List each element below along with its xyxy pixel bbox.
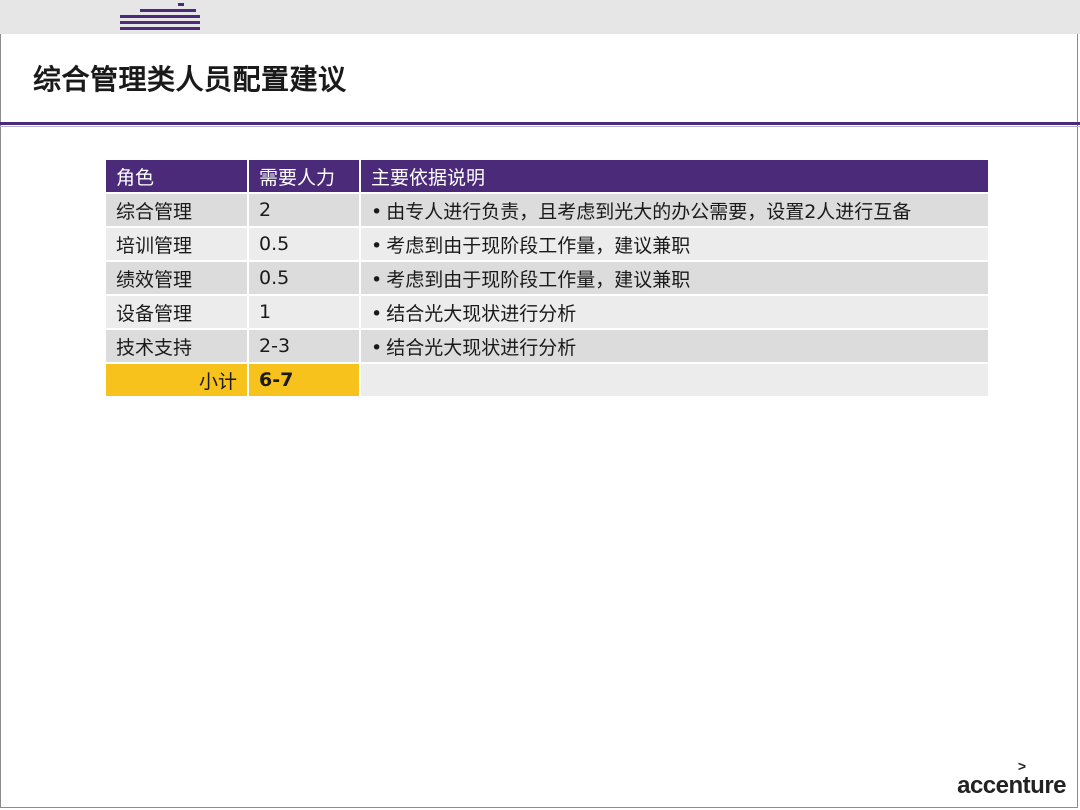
bullet-icon: • (371, 302, 383, 325)
cell-role: 绩效管理 (104, 260, 249, 296)
table-row: 设备管理 1 • 结合光大现状进行分析 (104, 294, 990, 330)
staffing-table: 角色 需要人力 主要依据说明 综合管理 2 • 由专人进行负责，且考虑到光大的办公… (104, 158, 990, 398)
table-row: 绩效管理 0.5 • 考虑到由于现阶段工作量，建议兼职 (104, 260, 990, 296)
title-divider-shadow (0, 126, 1080, 127)
cell-need: 0.5 (247, 226, 361, 262)
header-need: 需要人力 (247, 158, 361, 194)
bullet-icon: • (371, 268, 383, 291)
cell-basis: • 考虑到由于现阶段工作量，建议兼职 (359, 226, 990, 262)
page-title: 综合管理类人员配置建议 (33, 63, 347, 96)
cell-basis: • 结合光大现状进行分析 (359, 294, 990, 330)
cell-role: 综合管理 (104, 192, 249, 228)
table-row: 技术支持 2-3 • 结合光大现状进行分析 (104, 328, 990, 364)
cell-basis: • 考虑到由于现阶段工作量，建议兼职 (359, 260, 990, 296)
bullet-icon: • (371, 336, 383, 359)
cell-need: 2 (247, 192, 361, 228)
total-empty-cell (359, 362, 990, 398)
bullet-icon: • (371, 200, 383, 223)
bullet-icon: • (371, 234, 383, 257)
total-label: 小计 (104, 362, 249, 398)
cell-role: 技术支持 (104, 328, 249, 364)
brand-logo: accenture (957, 772, 1066, 799)
stripes-logo-icon (120, 3, 200, 30)
cell-need: 2-3 (247, 328, 361, 364)
cell-basis-text: 考虑到由于现阶段工作量，建议兼职 (386, 268, 691, 291)
cell-role: 设备管理 (104, 294, 249, 330)
cell-basis-text: 结合光大现状进行分析 (386, 336, 577, 359)
cell-basis-text: 由专人进行负责，且考虑到光大的办公需要，设置2人进行互备 (386, 200, 912, 223)
cell-need: 1 (247, 294, 361, 330)
cell-basis: • 由专人进行负责，且考虑到光大的办公需要，设置2人进行互备 (359, 192, 990, 228)
cell-basis-text: 考虑到由于现阶段工作量，建议兼职 (386, 234, 691, 257)
header-role: 角色 (104, 158, 249, 194)
cell-role: 培训管理 (104, 226, 249, 262)
total-value: 6-7 (247, 362, 361, 398)
cell-basis: • 结合光大现状进行分析 (359, 328, 990, 364)
table-row: 培训管理 0.5 • 考虑到由于现阶段工作量，建议兼职 (104, 226, 990, 262)
table-total-row: 小计 6-7 (104, 362, 990, 398)
cell-basis-text: 结合光大现状进行分析 (386, 302, 577, 325)
table-header-row: 角色 需要人力 主要依据说明 (104, 158, 990, 194)
table-row: 综合管理 2 • 由专人进行负责，且考虑到光大的办公需要，设置2人进行互备 (104, 192, 990, 228)
cell-need: 0.5 (247, 260, 361, 296)
header-basis: 主要依据说明 (359, 158, 990, 194)
title-divider (0, 122, 1080, 125)
